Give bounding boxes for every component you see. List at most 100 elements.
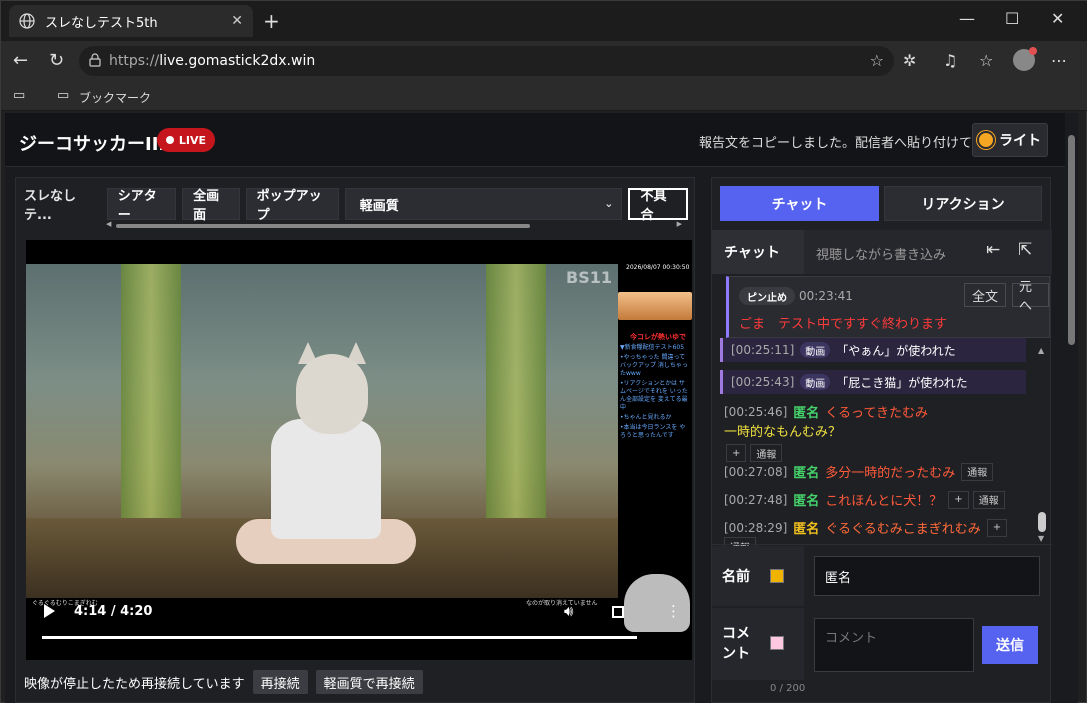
new-tab-icon[interactable]: + <box>263 9 280 33</box>
reconnect-button[interactable]: 再接続 <box>252 670 308 694</box>
message-text: ぐるぐるむみこまぎれむみ <box>825 522 981 537</box>
report-button[interactable]: 通報 <box>750 444 783 462</box>
page-scrollbar-thumb[interactable] <box>1068 135 1075 345</box>
video-progress-bar[interactable] <box>42 636 638 639</box>
chat-scrollbar[interactable]: ▲ ▼ <box>1036 346 1048 546</box>
scroll-down-icon[interactable]: ▼ <box>1038 534 1044 543</box>
video-tag-label: 動画 <box>805 346 826 358</box>
overlay-line: •やっちゃった 間違ってバックアップ 消しちゃったwww <box>620 354 688 377</box>
form-divider <box>712 544 1052 545</box>
reload-icon[interactable]: ↻ <box>49 50 64 71</box>
theater-button[interactable]: シアター <box>106 188 177 223</box>
url-host: live.gomastick2dx.win <box>159 53 316 69</box>
overlay-line: ▼新食糧配信テスト605 <box>620 344 685 351</box>
folder-icon: ▭ <box>57 88 70 103</box>
toolbar-scrollbar[interactable]: ◀ ▶ <box>106 220 682 229</box>
page-scrollbar[interactable] <box>1065 113 1078 703</box>
message-text: これほんとに犬！？ <box>825 494 943 509</box>
address-bar[interactable]: https://live.gomastick2dx.win ☆ <box>79 46 894 76</box>
favorite-star-icon[interactable]: ☆ <box>870 51 884 70</box>
overlay-line: •ちゃんと見れるか <box>620 414 672 421</box>
play-icon[interactable] <box>44 604 55 618</box>
plus-button[interactable]: + <box>986 518 1008 537</box>
tab-chat[interactable]: チャット <box>720 186 879 221</box>
favorites-icon[interactable]: ☆ <box>979 51 993 70</box>
reconnect-message: 映像が停止したため再接続しています <box>24 676 245 692</box>
sun-icon <box>979 133 993 147</box>
caption-right: なのが取り消えていません <box>526 600 598 607</box>
media-icon[interactable]: ♫ <box>943 51 957 70</box>
fullscreen-button[interactable]: 全画面 <box>182 188 240 223</box>
message-author: 匿名 <box>793 406 820 421</box>
name-label: 名前 <box>712 546 804 606</box>
volume-icon[interactable]: 🔊︎ <box>564 602 573 620</box>
light-button-label: ライト <box>999 133 1041 149</box>
tab-bar: スレなしテスト5th ✕ + — ☐ ✕ <box>1 1 1087 41</box>
scroll-left-icon[interactable]: ◀ <box>106 220 111 228</box>
light-theme-button[interactable]: ライト <box>972 123 1048 157</box>
send-button[interactable]: 送信 <box>982 626 1038 664</box>
close-tab-icon[interactable]: ✕ <box>231 13 243 29</box>
chat-hint: 視聴しながら書き込み <box>816 248 947 263</box>
pinned-message: ピン止め 00:23:41 全文 元へ ごま テスト中ですすぐ終わります <box>726 276 1050 338</box>
full-text-button[interactable]: 全文 <box>964 283 1007 307</box>
scroll-up-icon[interactable]: ▲ <box>1038 346 1044 355</box>
comment-label: コメ ント <box>712 608 804 680</box>
system-message: [00:25:43] 動画 「屁こき猫」が使われた <box>720 370 1026 394</box>
browser-tab[interactable]: スレなしテスト5th ✕ <box>9 5 253 37</box>
site-header: ジーコサッカーIIDX LIVE 報告文をコピーしました。配信者へ貼り付けてくだ… <box>5 113 1065 167</box>
report-issue-button[interactable]: 不具合 <box>628 188 688 223</box>
overlay-notes: ▼新食糧配信テスト605 •やっちゃった 間違ってバックアップ 消しちゃったww… <box>620 344 690 442</box>
maximize-icon[interactable]: ☐ <box>1005 9 1019 28</box>
chat-log[interactable]: [00:25:11] 動画 「やぁん」が使われた [00:25:43] 動画 「… <box>720 338 1030 548</box>
overlay-title: 今コレが熱いゆで <box>630 333 686 341</box>
extensions-icon[interactable]: ✲ <box>903 51 916 70</box>
restore-button[interactable]: 元へ <box>1012 280 1049 314</box>
fullscreen-icon[interactable] <box>612 606 624 618</box>
collapse-icon[interactable]: ⇤ <box>986 240 1000 260</box>
chat-message: [00:27:08] 匿名 多分一時的だったむみ 通報 <box>724 462 1028 481</box>
profile-avatar[interactable] <box>1013 47 1037 71</box>
name-label-text: 名前 <box>722 569 750 585</box>
overlay-bread-image <box>618 292 692 320</box>
character-head <box>296 354 368 434</box>
comment-input[interactable]: コメント <box>814 618 974 672</box>
more-menu-icon[interactable]: ⋯ <box>1051 51 1067 70</box>
message-text: 「屁こき猫」が使われた <box>836 375 968 390</box>
chat-scrollbar-thumb[interactable] <box>1038 512 1046 532</box>
video-tag-label: 動画 <box>805 378 826 390</box>
chat-panel: チャット リアクション チャット 視聴しながら書き込み ⇤ ⇱ ピン止め 00:… <box>711 177 1052 703</box>
message-time: [00:27:08] <box>724 464 788 479</box>
minimize-icon[interactable]: — <box>959 9 975 28</box>
scroll-right-icon[interactable]: ▶ <box>677 220 682 228</box>
bookmarks-label[interactable]: ブックマーク <box>79 89 151 106</box>
name-row: 名前 匿名 <box>712 546 1052 606</box>
player-panel: スレなしテ... シアター 全画面 ポップアップ 軽画質 ⌄ 不具合 ◀ ▶ B… <box>15 177 695 703</box>
comment-color-picker[interactable] <box>770 636 784 650</box>
tab-title: スレなしテスト5th <box>45 15 158 31</box>
pinned-tag: ピン止め <box>739 287 795 305</box>
popup-button[interactable]: ポップアップ <box>245 188 339 223</box>
message-text: 「やぁん」が使われた <box>836 343 956 358</box>
chat-message: [00:25:46] 匿名 くるってきたむみ 一時的なもんむみ？ + 通報 <box>724 402 1028 462</box>
light-reconnect-button[interactable]: 軽画質で再接続 <box>315 670 423 694</box>
plus-button[interactable]: + <box>726 444 747 462</box>
quality-select[interactable]: 軽画質 ⌄ <box>344 188 623 220</box>
page-viewport: ジーコサッカーIIDX LIVE 報告文をコピーしました。配信者へ貼り付けてくだ… <box>5 113 1078 703</box>
overlay-line: •本当は今日ランスを やろうと思ったんです <box>620 424 686 439</box>
close-window-icon[interactable]: ✕ <box>1051 9 1064 28</box>
more-options-icon[interactable]: ⋮ <box>666 602 681 620</box>
tab-reaction[interactable]: リアクション <box>884 186 1042 221</box>
chat-message: [00:27:48] 匿名 これほんとに犬！？ + 通報 <box>724 490 1028 509</box>
report-button[interactable]: 通報 <box>961 462 994 481</box>
open-external-icon[interactable]: ⇱ <box>1018 240 1032 260</box>
report-button[interactable]: 通報 <box>972 490 1005 509</box>
name-color-picker[interactable] <box>770 569 784 583</box>
video-player[interactable]: BS11 2026/08/07 00:30:50 今コレが熱いゆで ▼新食糧配信… <box>26 240 692 660</box>
plus-button[interactable]: + <box>948 490 969 509</box>
tab-actions-icon[interactable]: ▭ <box>13 88 25 103</box>
message-time: [00:27:48] <box>724 492 788 507</box>
back-icon[interactable]: ← <box>13 50 28 71</box>
name-input[interactable]: 匿名 <box>814 556 1040 596</box>
toolbar-scrollbar-thumb[interactable] <box>116 224 530 228</box>
